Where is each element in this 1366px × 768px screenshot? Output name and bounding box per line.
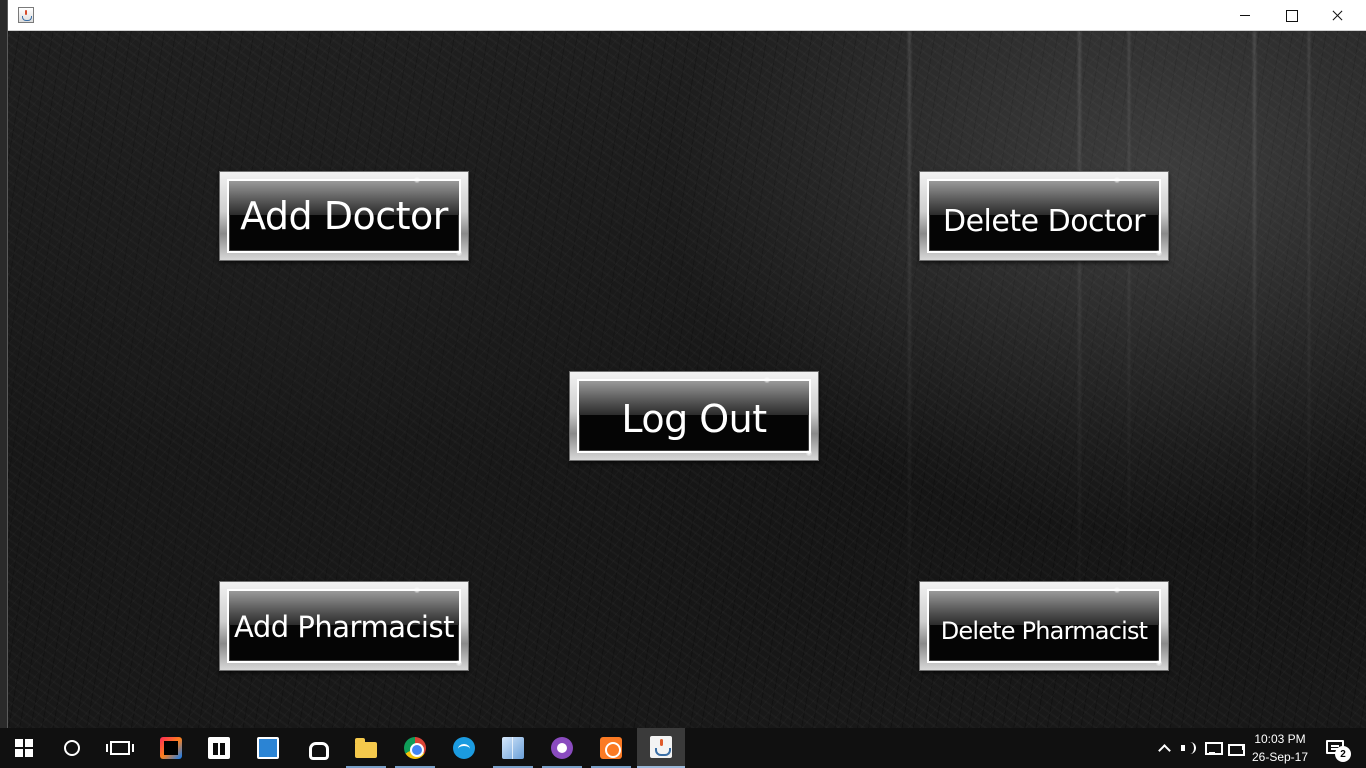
show-hidden-icons-icon[interactable] xyxy=(1156,740,1172,756)
taskbar-app-cat[interactable] xyxy=(538,728,586,768)
volume-icon[interactable] xyxy=(1180,740,1196,756)
task-view-icon xyxy=(106,741,134,755)
taskbar-app-xampp[interactable] xyxy=(587,728,635,768)
cortana-button[interactable] xyxy=(48,728,96,768)
sparkle-icon xyxy=(456,250,462,256)
button-face: Log Out xyxy=(577,379,811,453)
taskbar-app-virtualbox[interactable] xyxy=(489,728,537,768)
java-icon xyxy=(650,736,672,758)
sparkle-icon xyxy=(1114,177,1120,183)
taskbar: 10:03 PM 26-Sep-17 2 xyxy=(0,728,1366,768)
cube-icon xyxy=(502,737,524,759)
sparkle-icon xyxy=(1114,587,1120,593)
sparkle-icon xyxy=(806,450,812,456)
delete-doctor-label: Delete Doctor xyxy=(942,203,1146,239)
leather-background: Add Doctor Delete Doctor Log Out Add Pha… xyxy=(8,31,1366,728)
background-streak xyxy=(908,31,911,728)
sparkle-icon xyxy=(1156,660,1162,666)
java-app-icon[interactable] xyxy=(18,7,34,23)
clock-time: 10:03 PM xyxy=(1254,732,1306,746)
add-pharmacist-label: Add Pharmacist xyxy=(234,610,454,644)
log-out-button[interactable]: Log Out xyxy=(569,371,819,461)
maximize-button[interactable] xyxy=(1268,0,1314,31)
clock-date: 26-Sep-17 xyxy=(1251,750,1309,764)
taskbar-app-iheartradio[interactable] xyxy=(293,728,341,768)
log-out-label: Log Out xyxy=(621,397,767,441)
background-streak xyxy=(1253,31,1256,728)
xampp-icon xyxy=(600,737,622,759)
cortana-icon xyxy=(64,740,80,756)
sparkle-icon xyxy=(1156,250,1162,256)
button-face: Delete Pharmacist xyxy=(927,589,1161,663)
iheartradio-icon xyxy=(306,740,329,760)
folder-icon xyxy=(355,738,377,758)
network-icon[interactable] xyxy=(1204,740,1223,756)
button-face: Delete Doctor xyxy=(927,179,1161,253)
button-face: Add Doctor xyxy=(227,179,461,253)
store-icon xyxy=(208,737,230,759)
intellij-icon xyxy=(160,737,182,759)
sparkle-icon xyxy=(456,660,462,666)
taskbar-app-chrome[interactable] xyxy=(391,728,439,768)
sparkle-icon xyxy=(764,377,770,383)
title-bar[interactable] xyxy=(8,0,1366,31)
windows-icon xyxy=(15,739,33,757)
cat-icon xyxy=(551,737,573,759)
add-pharmacist-button[interactable]: Add Pharmacist xyxy=(219,581,469,671)
button-face: Add Pharmacist xyxy=(227,589,461,663)
chrome-icon xyxy=(404,737,426,759)
taskbar-app-video[interactable] xyxy=(244,728,292,768)
taskbar-app-store[interactable] xyxy=(195,728,243,768)
wifi-app-icon xyxy=(453,737,475,759)
delete-doctor-button[interactable]: Delete Doctor xyxy=(919,171,1169,261)
start-button[interactable] xyxy=(0,728,48,768)
minimize-button[interactable] xyxy=(1222,0,1268,31)
taskbar-app-wifi[interactable] xyxy=(440,728,488,768)
sparkle-icon xyxy=(414,177,420,183)
delete-pharmacist-label: Delete Pharmacist xyxy=(940,617,1148,645)
delete-pharmacist-button[interactable]: Delete Pharmacist xyxy=(919,581,1169,671)
background-streak xyxy=(1308,31,1310,728)
taskbar-app-intellij[interactable] xyxy=(147,728,195,768)
battery-icon[interactable] xyxy=(1228,740,1245,756)
film-icon xyxy=(257,737,279,759)
taskbar-clock[interactable]: 10:03 PM 26-Sep-17 xyxy=(1246,730,1314,766)
add-doctor-button[interactable]: Add Doctor xyxy=(219,171,469,261)
task-view-button[interactable] xyxy=(96,728,144,768)
add-doctor-label: Add Doctor xyxy=(240,194,448,238)
taskbar-app-file-explorer[interactable] xyxy=(342,728,390,768)
close-button[interactable] xyxy=(1314,0,1360,31)
notification-count: 2 xyxy=(1335,746,1351,762)
action-center-button[interactable]: 2 xyxy=(1318,728,1358,768)
app-window: Add Doctor Delete Doctor Log Out Add Pha… xyxy=(7,0,1366,728)
sparkle-icon xyxy=(414,587,420,593)
taskbar-app-java[interactable] xyxy=(637,728,685,768)
